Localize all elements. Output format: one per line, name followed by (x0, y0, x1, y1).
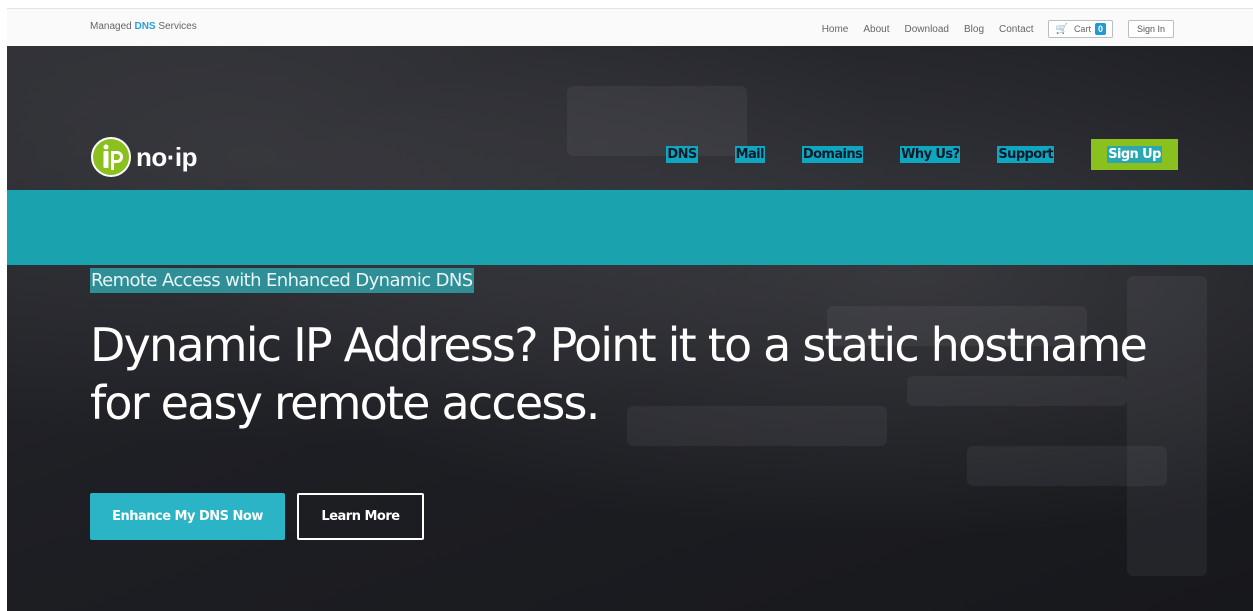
enhance-dns-button[interactable]: Enhance My DNS Now (90, 493, 285, 540)
top-link-download[interactable]: Download (905, 24, 949, 35)
top-utility-bar: Managed DNS Services Home About Download… (7, 8, 1253, 46)
tagline-post: Services (158, 21, 197, 32)
hero-section: no·ip DNS Mail Domains Why Us? Support S… (7, 46, 1253, 611)
top-link-contact[interactable]: Contact (999, 24, 1033, 35)
sign-up-button[interactable]: Sign Up (1091, 139, 1178, 170)
sign-up-label: Sign Up (1107, 146, 1162, 163)
learn-more-button[interactable]: Learn More (297, 493, 424, 540)
sign-in-button[interactable]: Sign In (1127, 20, 1174, 38)
top-link-blog[interactable]: Blog (964, 24, 984, 35)
nav-item-why-us[interactable]: Why Us? (900, 146, 961, 163)
noip-logo[interactable]: no·ip (90, 136, 198, 178)
top-link-home[interactable]: Home (822, 24, 849, 35)
hero-eyebrow: Remote Access with Enhanced Dynamic DNS (90, 268, 474, 293)
site-tagline: Managed DNS Services (90, 21, 197, 32)
nav-item-mail[interactable]: Mail (734, 146, 765, 163)
cart-button[interactable]: 🛒 Cart 0 (1048, 20, 1113, 38)
cart-label: Cart (1073, 24, 1091, 34)
cart-icon: 🛒 (1055, 23, 1068, 35)
top-links: Home About Download Blog Contact 🛒 Cart … (807, 19, 1174, 39)
noip-logo-icon (91, 137, 131, 177)
tagline-dns: DNS (134, 21, 156, 32)
top-link-about[interactable]: About (863, 24, 889, 35)
teal-band (7, 190, 1253, 265)
hero-headline: Dynamic IP Address? Point it to a static… (90, 318, 1148, 430)
nav-item-dns[interactable]: DNS (666, 146, 698, 163)
nav-item-support[interactable]: Support (997, 146, 1054, 163)
main-nav: DNS Mail Domains Why Us? Support Sign Up (629, 139, 1178, 170)
tagline-pre: Managed (90, 21, 132, 32)
logo-wordmark: no·ip (136, 141, 198, 172)
cart-count-badge: 0 (1094, 23, 1106, 35)
nav-item-domains[interactable]: Domains (801, 146, 864, 163)
